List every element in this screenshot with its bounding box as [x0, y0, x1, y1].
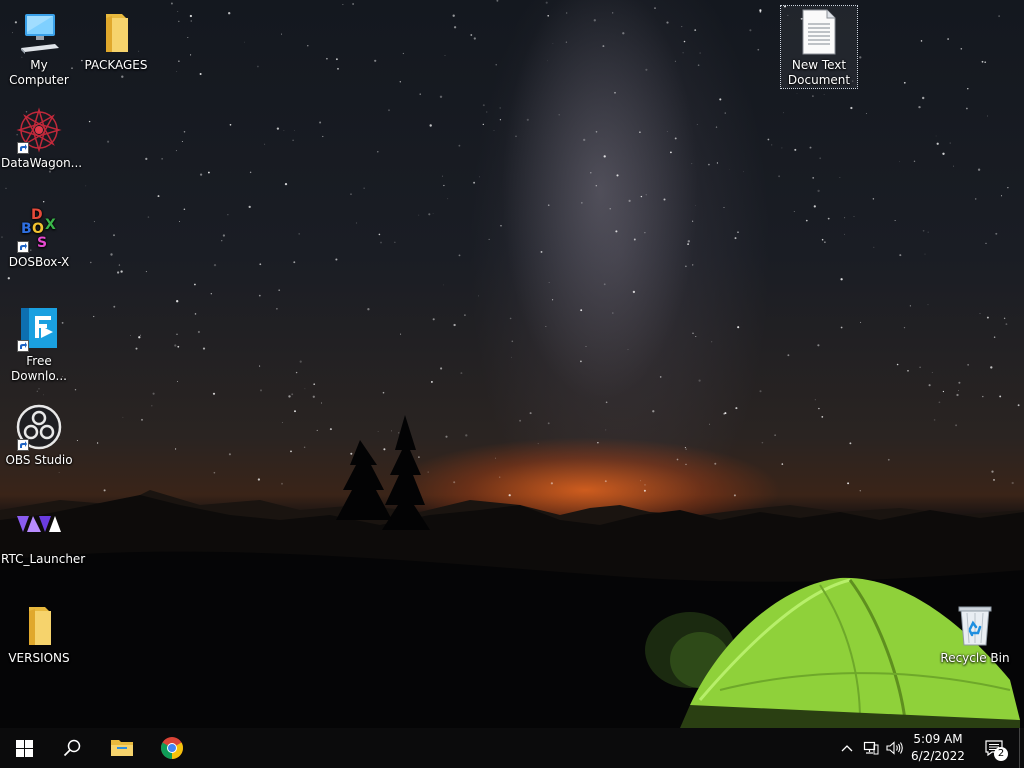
- recycle-bin-icon: [951, 601, 999, 649]
- start-button[interactable]: [0, 728, 48, 768]
- folder-icon: [92, 8, 140, 56]
- clock-time: 5:09 AM: [913, 732, 963, 746]
- computer-icon: [15, 8, 63, 56]
- network-button[interactable]: [860, 728, 882, 768]
- desktop-icon-packages[interactable]: PACKAGES: [78, 8, 154, 73]
- search-button[interactable]: [48, 728, 96, 768]
- desktop-icon-label: PACKAGES: [84, 58, 148, 72]
- search-icon: [63, 739, 81, 757]
- desktop-icon-label: New Text Document: [787, 58, 851, 87]
- desktop-icon-my-computer[interactable]: My Computer: [1, 8, 77, 88]
- desktop-icon-rtc-launcher[interactable]: RTC_Launcher: [1, 502, 86, 567]
- desktop-icon-label: Recycle Bin: [940, 651, 1010, 665]
- show-desktop-button[interactable]: [1019, 728, 1024, 768]
- shortcut-arrow-icon: [17, 241, 29, 253]
- network-icon: [863, 741, 879, 755]
- taskbar-clock[interactable]: 5:09 AM 6/2/2022: [900, 728, 976, 768]
- free-download-manager-icon: [15, 304, 63, 352]
- rtc-launcher-icon: [15, 502, 63, 550]
- taskbar: 5:09 AM 6/2/2022 2: [0, 728, 1024, 768]
- svg-text:X: X: [45, 217, 56, 233]
- landscape-silhouette: [0, 415, 1024, 728]
- svg-text:S: S: [37, 235, 47, 251]
- desktop-icon-datawagon[interactable]: DataWagon...: [1, 106, 83, 171]
- file-explorer-icon: [111, 740, 133, 756]
- taskbar-file-explorer[interactable]: [98, 728, 146, 768]
- taskbar-chrome[interactable]: [148, 728, 196, 768]
- desktop-icon-recycle-bin[interactable]: Recycle Bin: [937, 601, 1013, 666]
- desktop-icon-new-text-document[interactable]: New Text Document: [780, 5, 858, 89]
- action-center-button[interactable]: 2: [976, 728, 1012, 768]
- folder-icon: [15, 601, 63, 649]
- shortcut-arrow-icon: [17, 439, 29, 451]
- text-document-icon: [795, 8, 843, 56]
- obs-studio-icon: [15, 403, 63, 451]
- notification-count-badge: 2: [994, 747, 1008, 761]
- desktop-icon-label: RTC_Launcher: [1, 552, 86, 566]
- show-hidden-icons-button[interactable]: [836, 728, 858, 768]
- desktop-icon-label: DOSBox-X: [8, 255, 70, 269]
- desktop-icon-label: OBS Studio: [5, 453, 73, 467]
- desktop-icon-label: DataWagon...: [1, 156, 83, 170]
- shortcut-arrow-icon: [17, 142, 29, 154]
- shortcut-arrow-icon: [17, 340, 29, 352]
- desktop-icon-dosbox-x[interactable]: DBOXS DOSBox-X: [1, 205, 77, 270]
- windows-start-icon: [15, 739, 33, 757]
- desktop-icon-label: Free Downlo...: [11, 354, 67, 383]
- desktop-icon-obs-studio[interactable]: OBS Studio: [1, 403, 77, 468]
- dosbox-icon: DBOXS: [15, 205, 63, 253]
- clock-date: 6/2/2022: [911, 749, 965, 763]
- desktop-icon-free-download-manager[interactable]: Free Downlo...: [1, 304, 77, 384]
- chrome-icon: [161, 737, 183, 759]
- desktop-icon-versions[interactable]: VERSIONS: [1, 601, 77, 666]
- desktop-icon-label: My Computer: [9, 58, 69, 87]
- desktop-icon-label: VERSIONS: [8, 651, 70, 665]
- datawagon-icon: [15, 106, 63, 154]
- desktop-wallpaper[interactable]: My Computer PACKAGES DataWagon... DBOXS …: [0, 0, 1024, 728]
- svg-text:B: B: [21, 221, 32, 237]
- chevron-up-icon: [841, 745, 853, 752]
